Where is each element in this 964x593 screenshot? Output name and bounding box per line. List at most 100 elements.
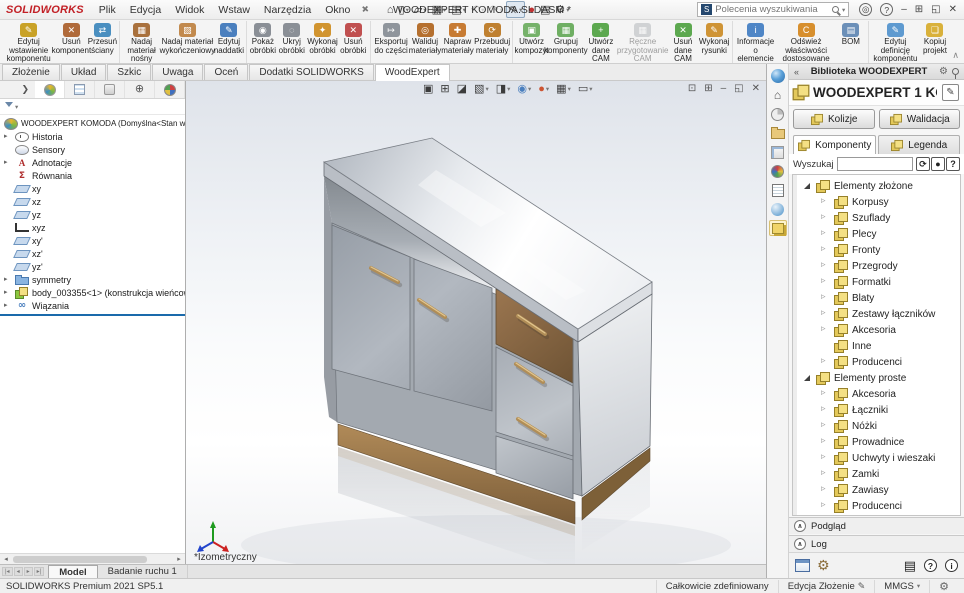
info-icon[interactable]: i xyxy=(945,559,958,572)
scroll-left-icon[interactable]: ◂ xyxy=(0,555,12,563)
library-tree-item[interactable]: Akcesoria xyxy=(799,386,960,402)
user-account-icon[interactable]: ◎ xyxy=(859,3,872,16)
feature-tree-item[interactable]: ▸ Sensory xyxy=(0,143,185,156)
expand-arrow-icon[interactable] xyxy=(821,310,830,319)
ribbon-button[interactable]: ⇄ Przesuń ściany xyxy=(87,21,117,63)
search-input[interactable] xyxy=(715,4,829,15)
library-tree-item[interactable]: Blaty xyxy=(799,290,960,306)
library-tree-item[interactable]: Nóżki xyxy=(799,418,960,434)
library-tree-item[interactable]: Zamki xyxy=(799,466,960,482)
tab-scroll-last-icon[interactable]: ▸| xyxy=(34,567,45,576)
ribbon-tab[interactable]: Uwaga xyxy=(152,64,203,80)
scroll-right-icon[interactable]: ▸ xyxy=(173,555,185,563)
task-pane-tab[interactable] xyxy=(769,163,787,179)
pin-menu-icon[interactable]: ✚ xyxy=(359,3,372,16)
graphics-viewport[interactable]: ▣⊞◪▧◨◉●▦▭ ⊡⊞‒◱✕ *Izometryczny xyxy=(186,81,766,564)
library-tree-item[interactable]: Prowadnice xyxy=(799,434,960,450)
expand-arrow-icon[interactable] xyxy=(821,230,830,239)
doc-tile-icon[interactable]: ⊞ xyxy=(704,83,712,94)
menu-item[interactable]: Narzędzia xyxy=(257,3,318,17)
ribbon-button[interactable]: ✕ Usuń komponent xyxy=(55,21,87,63)
model-tab[interactable]: Badanie ruchu 1 xyxy=(98,565,188,578)
expand-arrow-icon[interactable] xyxy=(821,198,830,207)
feature-tree-item[interactable]: ▸ xz xyxy=(0,195,185,208)
settings-gear-icon[interactable]: ⚙ xyxy=(817,557,830,574)
library-tree-item[interactable]: Korpusy xyxy=(799,194,960,210)
panel-settings-icon[interactable]: ⚙ xyxy=(939,66,948,77)
feature-tree-item[interactable]: ▸ yz xyxy=(0,208,185,221)
expand-arrow-icon[interactable] xyxy=(821,438,830,447)
menu-item[interactable]: Wstaw xyxy=(211,3,257,17)
restore-icon[interactable]: ◱ xyxy=(931,4,940,15)
library-tree-item[interactable]: Plecy xyxy=(799,226,960,242)
doc-close-icon[interactable]: ✕ xyxy=(752,83,760,94)
ribbon-tab[interactable]: Szkic xyxy=(107,64,151,80)
expand-arrow-icon[interactable] xyxy=(821,502,830,511)
chevron-up-icon[interactable]: ∧ xyxy=(794,520,806,532)
ribbon-button[interactable]: ▦ Nadaj materiał nośny xyxy=(119,21,160,63)
ribbon-button[interactable]: ▦ Grupuj komponenty xyxy=(548,21,584,63)
search-dropdown-icon[interactable]: ▾ xyxy=(842,6,845,14)
library-search-input[interactable] xyxy=(837,157,913,171)
library-tree-item[interactable]: Szuflady xyxy=(799,210,960,226)
expand-arrow-icon[interactable] xyxy=(821,454,830,463)
expand-arrow-icon[interactable] xyxy=(821,246,830,255)
doc-cascade-icon[interactable]: ⊡ xyxy=(688,83,696,94)
task-pane-tab[interactable] xyxy=(769,220,787,236)
status-options-icon[interactable]: ⚙ xyxy=(929,580,958,593)
expand-arrow-icon[interactable] xyxy=(821,358,830,367)
headsup-button[interactable]: ▦ xyxy=(554,82,573,95)
expand-arrow-icon[interactable]: ▸ xyxy=(4,273,12,286)
doc-restore-icon[interactable]: ◱ xyxy=(734,83,743,94)
library-tree-item[interactable]: Formatki xyxy=(799,274,960,290)
tab-scroll-next-icon[interactable]: ▸ xyxy=(24,567,33,576)
ribbon-button[interactable]: ◌ Ukryj obróbki xyxy=(277,21,307,63)
collapse-panel-icon[interactable]: « xyxy=(794,67,799,77)
tab-scroll-prev-icon[interactable]: ◂ xyxy=(14,567,23,576)
ribbon-button[interactable]: ✎ Edytuj wstawienie komponentu xyxy=(2,21,55,63)
library-tree-item[interactable]: Producenci xyxy=(799,354,960,370)
expand-arrow-icon[interactable] xyxy=(821,390,830,399)
headsup-button[interactable]: ◪ xyxy=(455,82,469,95)
pin-panel-icon[interactable] xyxy=(952,68,959,75)
feature-tree-item[interactable]: ▸ body_003355<1> (konstrukcja wieńcowa<S… xyxy=(0,286,185,299)
library-tree-item[interactable]: Elementy proste xyxy=(799,370,960,386)
tree-filter-row[interactable]: ▾ xyxy=(0,99,185,115)
library-action-button[interactable]: Kolizje xyxy=(793,109,875,129)
filter-icon[interactable]: ● xyxy=(931,157,945,171)
headsup-button[interactable]: ▭ xyxy=(576,82,595,95)
ribbon-button[interactable]: ✕ Usuń obróbki xyxy=(338,21,368,63)
library-tree-item[interactable]: Przegrody xyxy=(799,258,960,274)
feature-tree-item[interactable]: ▸ yz' xyxy=(0,260,185,273)
scrollbar-thumb[interactable] xyxy=(13,556,147,563)
expand-arrow-icon[interactable] xyxy=(821,470,830,479)
task-pane-tab[interactable] xyxy=(769,201,787,217)
featuremanager-tab[interactable] xyxy=(95,81,125,98)
edit-project-icon[interactable]: ✎ xyxy=(942,84,959,101)
menu-item[interactable]: Okno xyxy=(318,3,357,17)
library-tree-item[interactable]: Łączniki xyxy=(799,402,960,418)
library-tab[interactable]: Legenda xyxy=(878,135,961,154)
search-icon[interactable] xyxy=(832,6,839,13)
ribbon-button[interactable]: ✎ Edytuj naddatki xyxy=(214,21,244,63)
window-layout-icon[interactable]: ⊞ xyxy=(915,4,923,15)
task-pane-tab[interactable] xyxy=(769,144,787,160)
expand-arrow-icon[interactable] xyxy=(821,342,830,351)
task-pane-tab[interactable]: ⌂ xyxy=(769,87,787,103)
menu-item[interactable]: Widok xyxy=(168,3,211,17)
ribbon-button[interactable]: ✎ Edytuj definicję komponentu xyxy=(868,21,920,63)
feature-tree-item[interactable]: ▸ Adnotacje xyxy=(0,156,185,169)
feature-tree-item[interactable]: ▸ Wiązania xyxy=(0,299,185,312)
report-table-icon[interactable] xyxy=(795,559,810,572)
collapsible-section[interactable]: ∧ Log xyxy=(789,535,964,552)
library-tab[interactable]: Komponenty xyxy=(793,135,876,154)
featuremanager-tab[interactable] xyxy=(35,81,65,98)
ribbon-button[interactable]: ✦ Wykonaj obróbki xyxy=(307,21,338,63)
ribbon-button[interactable]: ✚ Napraw materiały xyxy=(441,21,474,63)
library-tree-item[interactable]: Uchwyty i wieszaki xyxy=(799,450,960,466)
ribbon-button[interactable]: ✎ Wykonaj rysunki xyxy=(699,21,730,63)
library-tree-item[interactable]: Zestawy łączników xyxy=(799,306,960,322)
feature-tree-item[interactable]: ▸ symmetry xyxy=(0,273,185,286)
task-pane-tab[interactable] xyxy=(769,68,787,84)
featuremanager-tab[interactable] xyxy=(65,81,95,98)
